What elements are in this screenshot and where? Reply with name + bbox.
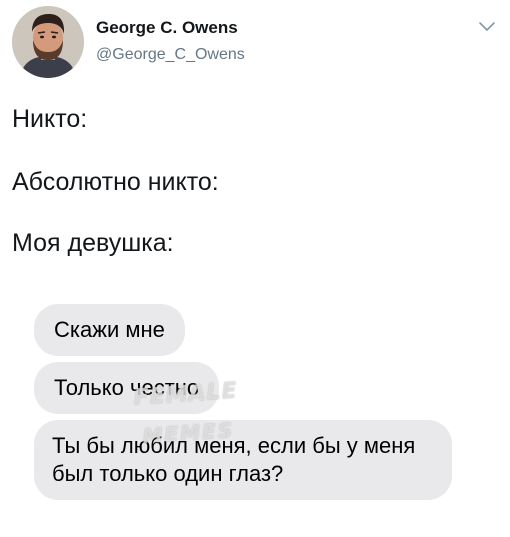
tweet-header: George C. Owens @George_C_Owens [12,6,500,80]
tweet: George C. Owens @George_C_Owens Никто: А… [0,0,510,537]
avatar[interactable] [12,6,84,78]
tweet-line-absolutely-nobody: Абсолютно никто: [12,168,219,196]
tweet-line-nobody: Никто: [12,105,88,133]
author-name[interactable]: George C. Owens [96,18,238,38]
message-bubble: Ты бы любил меня, если бы у меня был тол… [34,420,452,500]
message-bubble: Скажи мне [34,304,185,356]
avatar-photo [12,6,84,78]
message-bubble: Только честно [34,362,220,414]
tweet-line-my-girlfriend: Моя девушка: [12,229,174,257]
author-handle[interactable]: @George_C_Owens [96,46,245,64]
chevron-down-icon[interactable] [478,20,496,32]
